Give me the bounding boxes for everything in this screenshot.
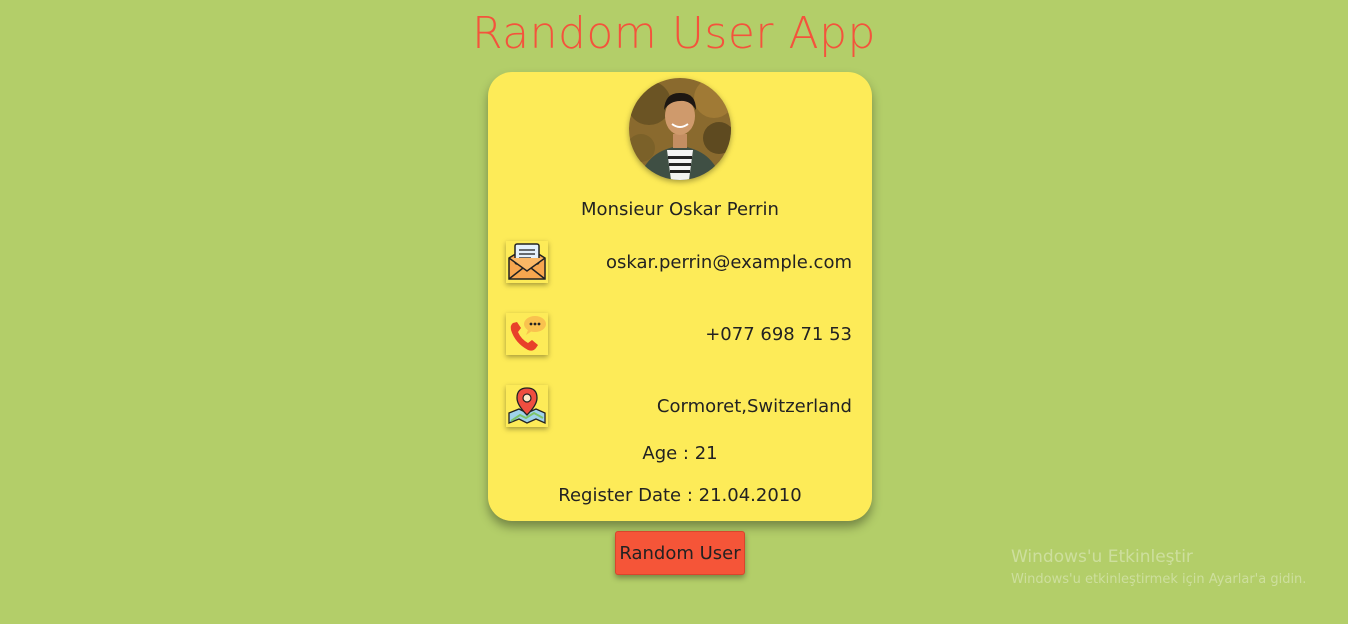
user-location: Cormoret,Switzerland [656, 396, 852, 417]
user-card: Monsieur Oskar Perrin oskar.perrin@examp… [488, 72, 872, 521]
map-pin-icon [506, 385, 548, 427]
random-user-button[interactable]: Random User [615, 531, 745, 575]
user-register-date: Register Date : 21.04.2010 [558, 485, 802, 506]
activation-watermark-subtitle: Windows'u etkinleştirmek için Ayarlar'a … [1011, 572, 1307, 587]
user-age: Age : 21 [642, 443, 718, 464]
user-phone: +077 698 71 53 [705, 324, 852, 345]
app-title: Random User App [472, 8, 876, 59]
phone-icon [506, 313, 548, 355]
avatar-photo [629, 78, 731, 180]
user-avatar [629, 78, 731, 180]
envelope-icon [506, 241, 548, 283]
activation-watermark-title: Windows'u Etkinleştir [1011, 547, 1193, 567]
user-email: oskar.perrin@example.com [605, 252, 852, 273]
user-full-name: Monsieur Oskar Perrin [581, 199, 779, 220]
